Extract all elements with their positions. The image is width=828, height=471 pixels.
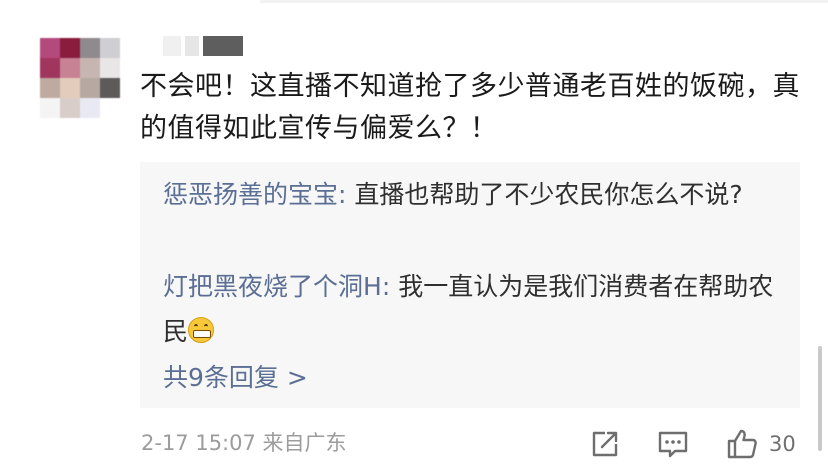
reply-separator: : [381, 272, 399, 301]
grinning-face-emoji-icon [188, 317, 215, 343]
username-redacted[interactable] [163, 36, 243, 56]
like-count: 30 [769, 432, 796, 456]
more-replies-link[interactable]: 共9条回复 > [163, 358, 308, 398]
avatar[interactable] [40, 38, 120, 118]
reply-author[interactable]: 惩恶扬善的宝宝 [163, 180, 338, 209]
thumbs-up-icon [727, 429, 757, 459]
comment-location: 来自广东 [262, 431, 347, 455]
comment-text: 不会吧！这直播不知道抢了多少普通老百姓的饭碗，真的值得如此宣传与偏爱么？！ [140, 71, 800, 144]
scrollbar[interactable] [818, 346, 822, 451]
comment-button[interactable] [656, 424, 692, 464]
reply-separator: : [338, 180, 355, 209]
top-divider [260, 0, 828, 3]
reply-text: 直播也帮助了不少农民你怎么不说? [354, 180, 743, 209]
share-button[interactable] [590, 424, 622, 464]
reply-item[interactable]: 惩恶扬善的宝宝: 直播也帮助了不少农民你怎么不说? [163, 172, 783, 217]
reply-item[interactable]: 灯把黑夜烧了个洞H: 我一直认为是我们消费者在帮助农民 [163, 264, 783, 354]
like-button[interactable]: 30 [725, 424, 828, 464]
comment-icon [658, 431, 688, 458]
replies-box: 惩恶扬善的宝宝: 直播也帮助了不少农民你怎么不说? 灯把黑夜烧了个洞H: 我一直… [140, 162, 800, 408]
share-icon [592, 431, 618, 457]
comment-time: 2-17 15:07 [141, 431, 256, 455]
reply-author[interactable]: 灯把黑夜烧了个洞H [163, 272, 382, 301]
comment-meta: 2-17 15:07 来自广东 [141, 428, 347, 458]
